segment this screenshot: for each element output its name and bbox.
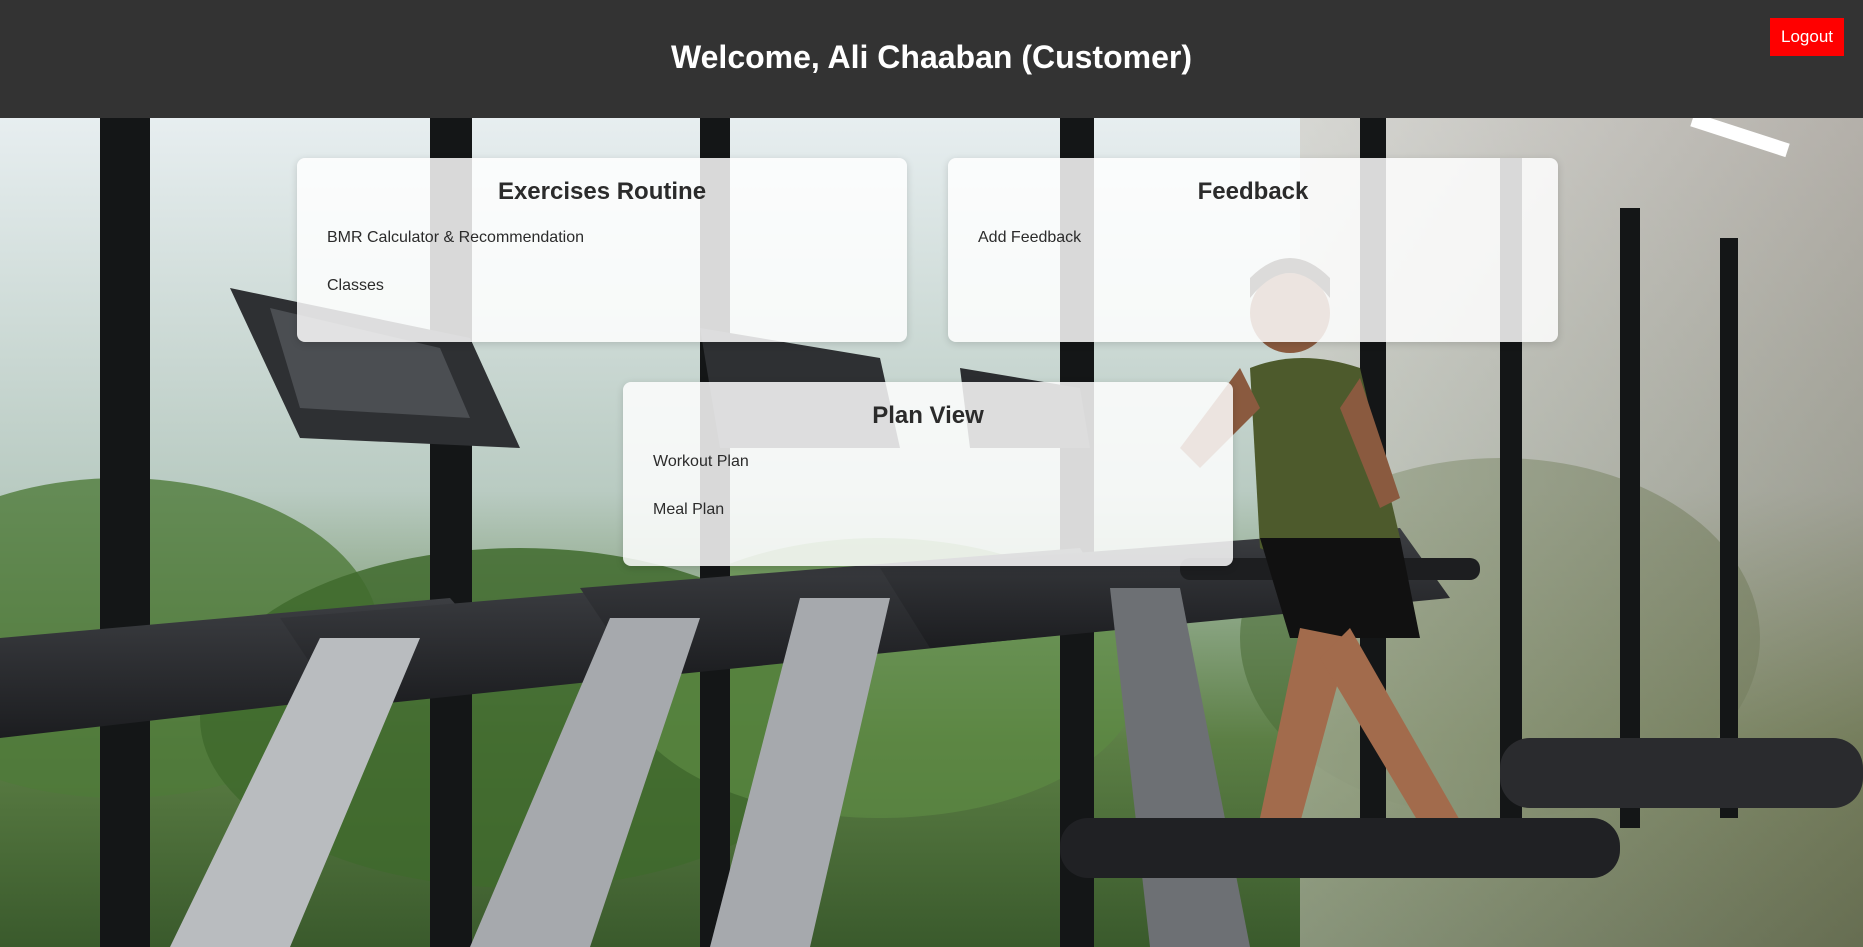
exercises-routine-title: Exercises Routine — [497, 178, 707, 205]
page-header: Welcome, Ali Chaaban (Customer) Logout — [0, 0, 1863, 118]
meal-plan-link[interactable]: Meal Plan — [653, 500, 1203, 519]
feedback-title: Feedback — [1197, 178, 1309, 205]
plan-view-card: Plan View Workout Plan Meal Plan — [623, 382, 1233, 566]
exercises-routine-card: Exercises Routine BMR Calculator & Recom… — [297, 158, 907, 342]
logout-button[interactable]: Logout — [1770, 18, 1844, 56]
feedback-card: Feedback Add Feedback — [948, 158, 1558, 342]
welcome-title: Welcome, Ali Chaaban (Customer) — [671, 38, 1192, 75]
add-feedback-link[interactable]: Add Feedback — [978, 228, 1528, 247]
plan-view-title: Plan View — [872, 402, 984, 429]
classes-link[interactable]: Classes — [327, 276, 877, 295]
workout-plan-link[interactable]: Workout Plan — [653, 452, 1203, 471]
bmr-calculator-link[interactable]: BMR Calculator & Recommendation — [327, 228, 877, 247]
